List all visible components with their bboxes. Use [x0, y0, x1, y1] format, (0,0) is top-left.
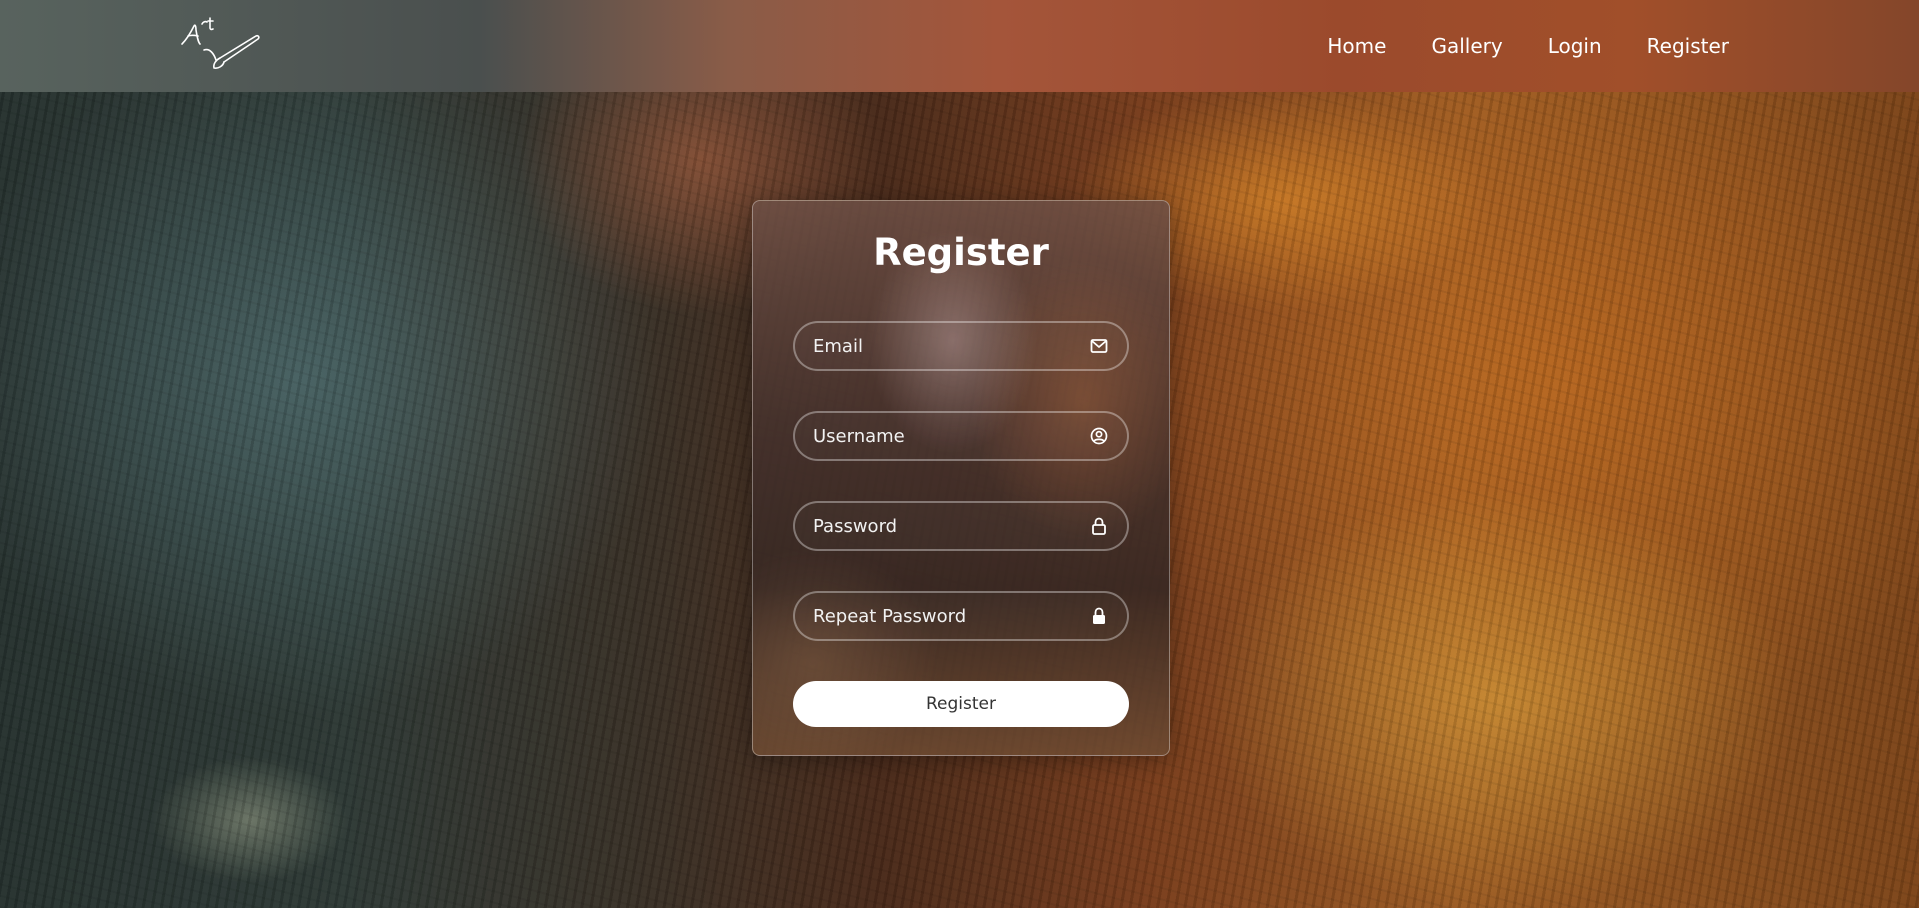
- password-input[interactable]: [813, 515, 1089, 537]
- email-field[interactable]: [793, 321, 1129, 371]
- register-card: Register Email Username Register: [752, 200, 1170, 756]
- repeat-password-input[interactable]: [813, 605, 1089, 627]
- nav-link-login[interactable]: Login: [1548, 34, 1602, 58]
- register-button[interactable]: Register: [793, 681, 1129, 727]
- nav-link-gallery[interactable]: Gallery: [1431, 34, 1502, 58]
- nav-links: Home Gallery Login Register: [1327, 0, 1729, 92]
- user-circle-icon: [1089, 426, 1109, 446]
- nav-link-home[interactable]: Home: [1327, 34, 1386, 58]
- username-field[interactable]: [793, 411, 1129, 461]
- email-input[interactable]: [813, 335, 1089, 357]
- lock-solid-icon: [1089, 606, 1109, 626]
- navbar: Home Gallery Login Register: [0, 0, 1919, 92]
- art-brush-logo[interactable]: [180, 14, 265, 72]
- password-field[interactable]: [793, 501, 1129, 551]
- repeat-password-field[interactable]: [793, 591, 1129, 641]
- nav-link-register[interactable]: Register: [1647, 34, 1729, 58]
- envelope-icon: [1089, 336, 1109, 356]
- lock-outline-icon: [1089, 516, 1109, 536]
- username-input[interactable]: [813, 425, 1089, 447]
- register-title: Register: [873, 231, 1049, 274]
